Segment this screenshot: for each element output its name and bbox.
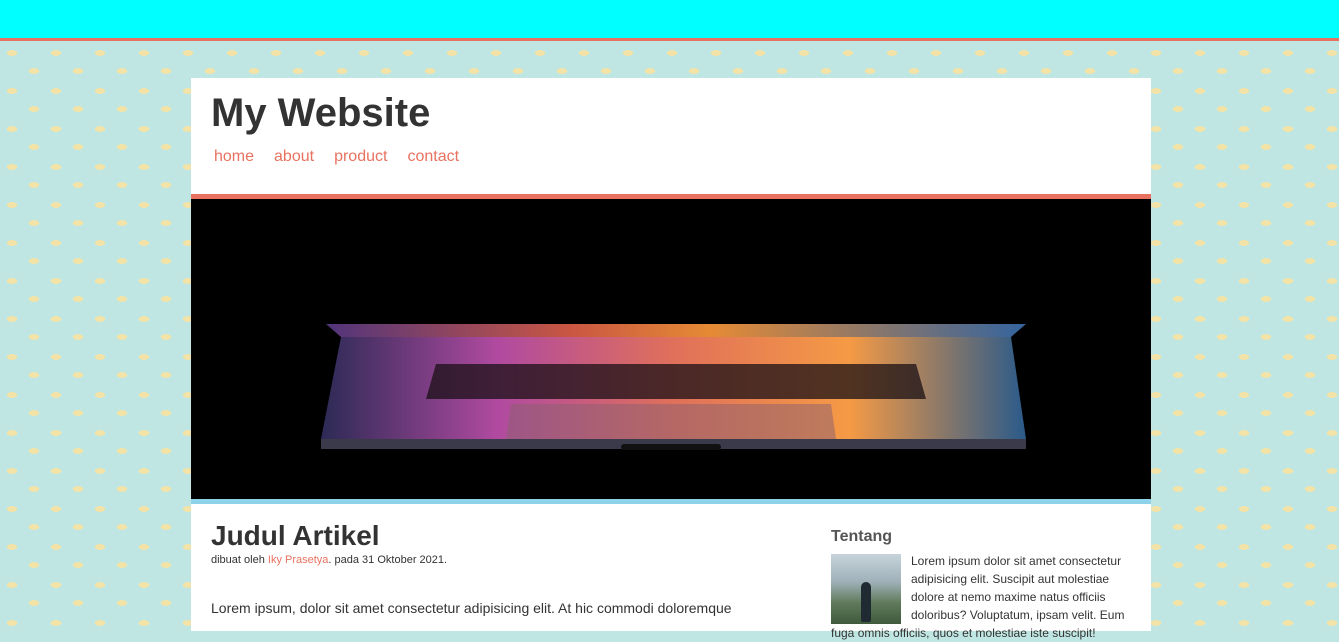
nav-home[interactable]: home [211,148,264,166]
nav-contact[interactable]: contact [404,148,469,166]
main-nav: home about product contact [211,148,1131,166]
nav-product[interactable]: product [331,148,397,166]
site-header: My Website home about product contact [191,78,1151,182]
author-link[interactable]: Iky Prasetya [268,554,329,566]
top-bar [0,0,1339,41]
byline-prefix: dibuat oleh [211,554,268,566]
sidebar-heading: Tentang [831,528,893,545]
laptop-image [191,199,1151,499]
nav-about[interactable]: about [271,148,324,166]
site-title: My Website [211,91,431,135]
page-container: My Website home about product contact Ju… [191,78,1151,640]
byline-suffix: . pada 31 Oktober 2021. [328,554,448,566]
sidebar: Tentang Lorem ipsum dolor sit amet conse… [831,528,1131,642]
article-byline: dibuat oleh Iky Prasetya. pada 31 Oktobe… [211,554,791,566]
profile-photo [831,554,901,624]
article-body: Lorem ipsum, dolor sit amet consectetur … [211,600,732,616]
hero-image [191,194,1151,504]
article: Judul Artikel dibuat oleh Iky Prasetya. … [211,520,791,630]
article-title: Judul Artikel [211,520,380,551]
about-section: Lorem ipsum dolor sit amet consectetur a… [831,552,1131,642]
